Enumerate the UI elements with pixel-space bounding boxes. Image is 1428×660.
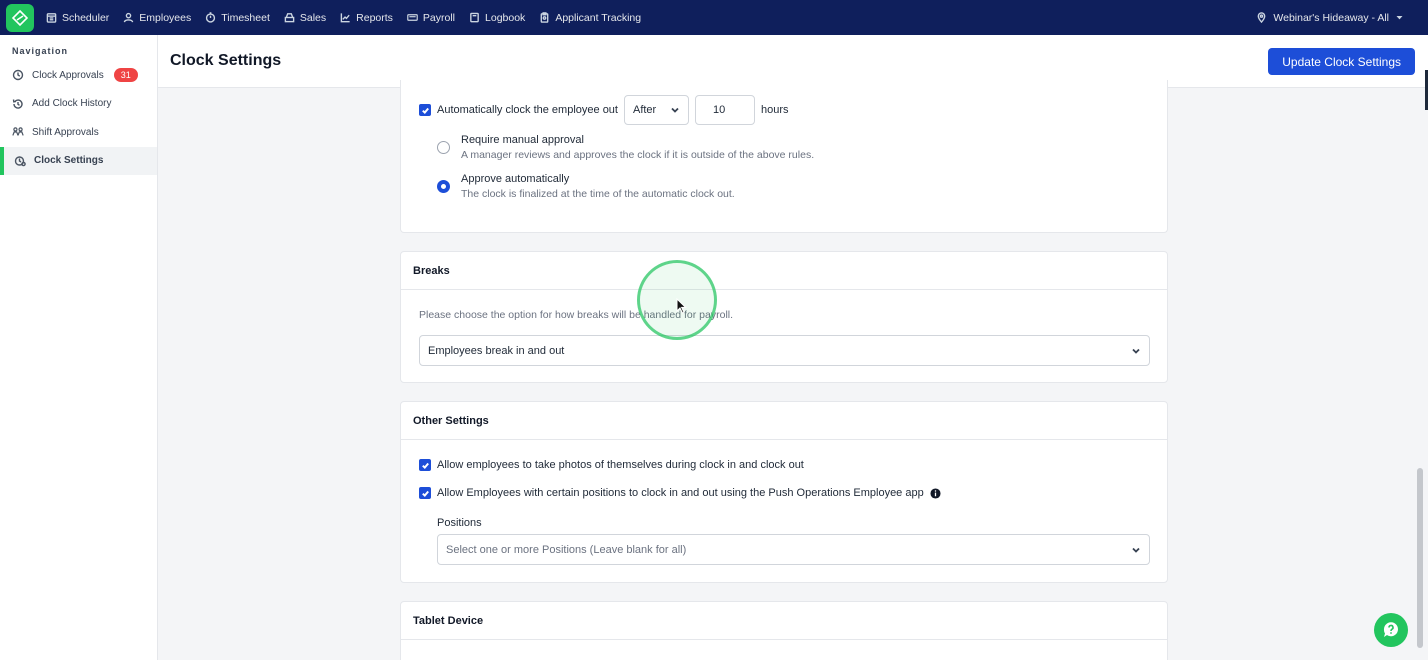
map-pin-icon [1257,12,1266,23]
approve-automatically-option[interactable]: Approve automatically The clock is final… [437,173,735,200]
user-icon [123,12,134,23]
tablet-device-card: Tablet Device [400,601,1168,660]
help-chat-icon [1383,622,1398,637]
approve-automatically-text: Approve automatically The clock is final… [461,173,735,200]
nav-label: Employees [139,11,192,24]
positions-setting-row: Allow Employees with certain positions t… [419,487,941,499]
approve-automatically-label: Approve automatically [461,173,570,185]
history-icon [12,99,23,109]
location-label: Webinar's Hideaway - All [1273,11,1389,24]
positions-select[interactable]: Select one or more Positions (Leave blan… [437,534,1150,565]
nav-label: Scheduler [62,11,110,24]
sidebar: Navigation Clock Approvals 31 Add Clock … [0,35,158,660]
positions-field-label: Positions [437,517,482,529]
nav-employees[interactable]: Employees [123,12,191,24]
other-settings-card: Other Settings Allow employees to take p… [400,401,1168,583]
photos-checkbox[interactable] [419,459,431,471]
sidebar-item-label: Add Clock History [32,98,112,110]
hours-input-value: 10 [712,104,726,116]
sidebar-item-label: Clock Settings [34,155,104,167]
after-select-value: After [632,104,657,116]
nav-label: Payroll [422,11,456,24]
clipboard-icon [540,12,549,23]
check-icon [421,490,429,497]
sidebar-item-label: Shift Approvals [32,126,99,138]
nav-reports[interactable]: Reports [340,12,393,24]
caret-down-icon [1396,16,1403,20]
chevron-down-icon [671,107,679,113]
page-scrollbar-thumb[interactable] [1417,468,1423,648]
clock-gear-icon [14,156,26,167]
auto-clock-out-label: Automatically clock the employee out [437,104,618,116]
nav-sales[interactable]: Sales [284,12,326,24]
info-icon[interactable] [930,487,941,499]
photos-setting-row: Allow employees to take photos of themse… [419,459,804,471]
check-icon [421,107,429,114]
logo-icon [11,9,29,26]
sidebar-item-shift-approvals[interactable]: Shift Approvals [0,118,157,147]
photos-setting-label: Allow employees to take photos of themse… [437,459,804,471]
nav-label: Logbook [485,11,526,24]
location-selector[interactable]: Webinar's Hideaway - All [1256,0,1404,35]
sidebar-item-clock-approvals[interactable]: Clock Approvals 31 [0,61,157,90]
breaks-select[interactable]: Employees break in and out [419,335,1150,366]
other-settings-card-title: Other Settings [401,402,1167,440]
chevron-down-icon [1132,547,1140,553]
approve-automatically-description: The clock is finalized at the time of th… [461,188,735,200]
count-badge: 31 [113,68,138,83]
nav-label: Timesheet [221,11,270,24]
breaks-card: Breaks Please choose the option for how … [400,251,1168,383]
nav-scheduler[interactable]: Scheduler [46,12,109,24]
stack-icon [284,13,295,23]
nav-payroll[interactable]: Payroll [407,12,455,24]
calendar-icon [46,13,57,23]
manual-approval-text: Require manual approval A manager review… [461,134,814,161]
breaks-card-title: Breaks [401,252,1167,290]
auto-clock-out-card: Automatically clock the employee out Aft… [400,80,1168,233]
sidebar-title: Navigation [12,46,69,56]
positions-setting-label: Allow Employees with certain positions t… [437,487,924,499]
clock-icon [12,70,24,81]
check-icon [421,462,429,469]
update-clock-settings-button[interactable]: Update Clock Settings [1268,48,1415,75]
app-logo[interactable] [6,3,34,32]
nav-label: Applicant Tracking [555,11,642,24]
sidebar-item-label: Clock Approvals [32,69,104,81]
help-chat-button[interactable] [1374,613,1408,647]
auto-clock-out-checkbox[interactable] [419,104,431,116]
nav-applicant-tracking[interactable]: Applicant Tracking [539,12,641,24]
clock-icon [206,12,216,23]
nav-logbook[interactable]: Logbook [469,12,525,24]
nav-timesheet[interactable]: Timesheet [205,12,270,24]
manual-approval-radio[interactable] [437,141,450,154]
auto-clock-out-row: Automatically clock the employee out Aft… [419,95,789,125]
hours-input[interactable]: 10 [694,95,755,125]
chevron-down-icon [1132,348,1140,354]
sidebar-item-clock-settings[interactable]: Clock Settings [0,146,157,175]
top-navbar: Scheduler Employees Timesheet Sales Repo… [0,0,1428,35]
approve-automatically-radio[interactable] [437,180,450,193]
chart-icon [340,13,350,23]
after-select[interactable]: After [623,95,689,125]
mouse-cursor-icon [676,298,687,314]
positions-select-placeholder: Select one or more Positions (Leave blan… [446,543,687,556]
manual-approval-description: A manager reviews and approves the clock… [461,149,815,161]
page-title: Clock Settings [170,52,282,69]
nav-label: Reports [356,11,393,24]
manual-approval-option[interactable]: Require manual approval A manager review… [437,134,814,161]
manual-approval-label: Require manual approval [461,134,584,146]
sidebar-item-add-clock-history[interactable]: Add Clock History [0,90,157,119]
nav-label: Sales [299,11,327,24]
book-icon [470,12,479,23]
top-nav-items: Scheduler Employees Timesheet Sales Repo… [46,12,641,24]
tablet-device-card-title: Tablet Device [401,602,1167,640]
money-icon [407,14,418,21]
breaks-select-value: Employees break in and out [428,344,565,357]
users-icon [12,127,24,136]
hours-unit-label: hours [760,104,789,116]
positions-checkbox[interactable] [419,487,431,499]
